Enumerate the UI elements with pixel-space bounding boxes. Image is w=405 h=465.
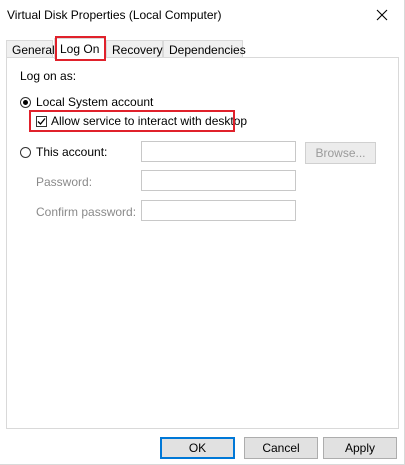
window-title: Virtual Disk Properties (Local Computer)	[7, 8, 222, 22]
log-on-as-label: Log on as:	[20, 69, 77, 83]
checkmark-icon	[37, 118, 46, 125]
tab-label: Recovery	[112, 43, 163, 57]
tab-recovery[interactable]: Recovery	[106, 40, 163, 58]
close-icon	[376, 9, 388, 21]
tab-label: Log On	[60, 42, 100, 56]
apply-button[interactable]: Apply	[323, 437, 397, 459]
browse-button[interactable]: Browse...	[305, 142, 376, 164]
this-account-label: This account:	[36, 145, 108, 159]
ok-label: OK	[188, 441, 207, 455]
password-label: Password:	[36, 175, 93, 189]
radio-selected-dot	[23, 100, 28, 105]
interact-desktop-checkbox[interactable]	[36, 116, 47, 127]
title-bar: Virtual Disk Properties (Local Computer)	[0, 0, 405, 32]
tab-strip: General Log On Recovery Dependencies	[6, 38, 396, 59]
local-system-label: Local System account	[36, 95, 154, 109]
properties-dialog: Virtual Disk Properties (Local Computer)…	[0, 0, 405, 465]
confirm-password-input[interactable]	[141, 200, 296, 221]
cancel-label: Cancel	[262, 441, 300, 455]
apply-label: Apply	[344, 441, 376, 455]
logon-panel	[6, 57, 399, 429]
local-system-radio[interactable]	[20, 97, 31, 108]
tab-label: General	[12, 43, 55, 57]
ok-button[interactable]: OK	[160, 437, 235, 459]
tab-dependencies[interactable]: Dependencies	[163, 40, 246, 58]
cancel-button[interactable]: Cancel	[244, 437, 318, 459]
password-input[interactable]	[141, 170, 296, 191]
this-account-radio[interactable]	[20, 147, 31, 158]
browse-label: Browse...	[315, 146, 366, 160]
tab-log-on[interactable]: Log On	[54, 38, 106, 59]
confirm-password-label: Confirm password:	[36, 205, 137, 219]
this-account-input[interactable]	[141, 141, 296, 162]
tab-general[interactable]: General	[6, 40, 55, 58]
interact-desktop-label: Allow service to interact with desktop	[51, 114, 248, 128]
tab-label: Dependencies	[169, 43, 246, 57]
close-button[interactable]	[367, 2, 397, 28]
